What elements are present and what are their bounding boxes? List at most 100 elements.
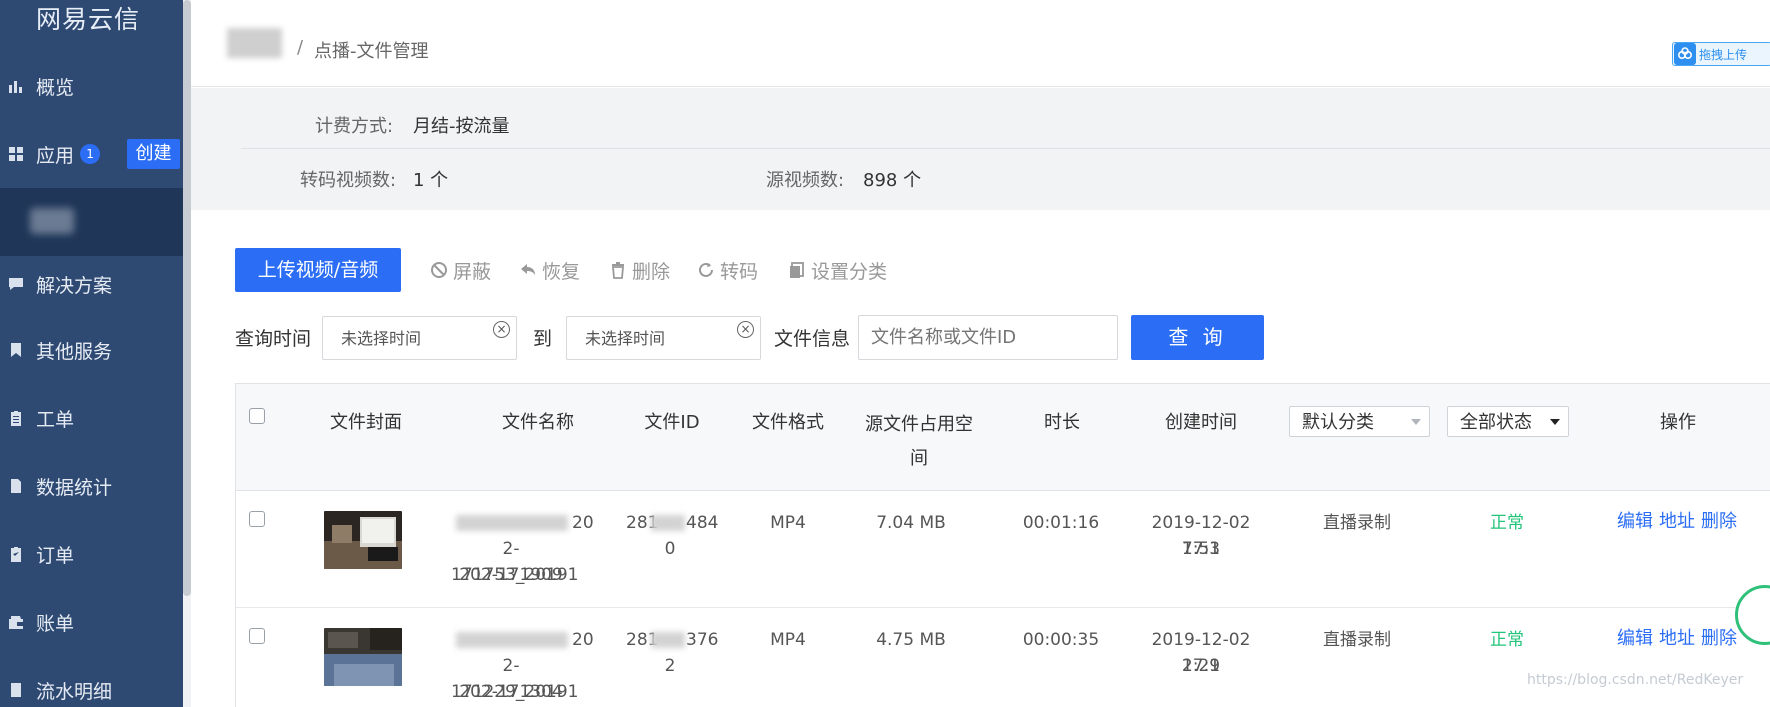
- file-name-line: 202-171304: [459, 682, 563, 702]
- header-id: 文件ID: [644, 412, 700, 433]
- drag-upload-button[interactable]: 拖拽上传: [1672, 42, 1770, 66]
- bar-chart-icon: [9, 81, 22, 93]
- file-size: 4.75 MB: [876, 630, 946, 650]
- file-name-line: 20: [572, 630, 594, 650]
- table-row: 20 2-171753_20191 202-171909 281 484 0 M…: [236, 491, 1770, 608]
- file-duration: 00:00:35: [1022, 630, 1100, 650]
- sidebar-item-label: 应用: [36, 144, 75, 167]
- file-category: 直播录制: [1323, 630, 1391, 650]
- transcode-count-value: 1 个: [413, 170, 449, 191]
- address-link[interactable]: 地址: [1659, 511, 1695, 532]
- edit-link[interactable]: 编辑: [1617, 628, 1653, 649]
- delete-button[interactable]: 删除: [609, 258, 670, 283]
- list-icon: [11, 683, 21, 697]
- sidebar-item-label: 账单: [36, 612, 75, 635]
- table-header: 文件封面 文件名称 文件ID 文件格式 源文件占用空间 时长 创建时间 默认分类…: [236, 384, 1770, 491]
- video-thumbnail[interactable]: [324, 511, 402, 569]
- file-id-redacted: [651, 632, 685, 648]
- transcode-count-label: 转码视频数:: [300, 170, 397, 191]
- delete-link[interactable]: 删除: [1701, 628, 1737, 649]
- sidebar-scrollbar-thumb[interactable]: [183, 0, 191, 596]
- file-id-line: 2: [664, 656, 676, 676]
- header-name: 文件名称: [502, 412, 574, 433]
- header-duration: 时长: [1044, 412, 1080, 433]
- cloud-upload-icon: [1674, 43, 1696, 65]
- sidebar-item-statistics[interactable]: 数据统计: [0, 468, 183, 504]
- category-filter-value: 默认分类: [1302, 412, 1374, 433]
- status-filter-select[interactable]: 全部状态: [1447, 406, 1569, 437]
- block-button[interactable]: 屏蔽: [430, 258, 492, 283]
- status-badge: 正常: [1490, 630, 1524, 650]
- wallet-icon: [9, 616, 23, 629]
- file-format: MP4: [770, 513, 806, 533]
- grid-icon: [9, 147, 23, 161]
- file-id-redacted: [651, 515, 685, 531]
- sidebar-item-tickets[interactable]: 工单: [0, 400, 183, 436]
- undo-icon: [521, 264, 535, 275]
- file-name-redacted: [456, 632, 568, 648]
- clear-start-date-icon[interactable]: ×: [493, 321, 510, 338]
- query-time-label: 查询时间: [235, 328, 312, 350]
- comment-icon: [9, 278, 23, 290]
- document-icon: [11, 479, 21, 493]
- sidebar-item-orders[interactable]: 订单: [0, 536, 183, 572]
- sidebar-item-overview[interactable]: 概览: [0, 68, 183, 104]
- file-size: 7.04 MB: [876, 513, 946, 533]
- order-icon: [11, 547, 21, 562]
- breadcrumb-app-redacted[interactable]: [227, 28, 282, 58]
- row-checkbox[interactable]: [249, 628, 265, 644]
- row-checkbox[interactable]: [249, 511, 265, 527]
- header-created: 创建时间: [1165, 412, 1237, 433]
- to-label: 到: [533, 328, 553, 350]
- file-category: 直播录制: [1323, 513, 1391, 533]
- set-category-button[interactable]: 设置分类: [788, 258, 887, 283]
- address-link[interactable]: 地址: [1659, 628, 1695, 649]
- end-date-input[interactable]: 未选择时间 ×: [566, 316, 761, 360]
- sidebar-item-solutions[interactable]: 解决方案: [0, 266, 183, 302]
- category-filter-select[interactable]: 默认分类: [1289, 406, 1430, 437]
- restore-button[interactable]: 恢复: [519, 258, 581, 283]
- file-id-suffix: 484: [686, 513, 719, 533]
- file-name-line: 20: [572, 513, 594, 533]
- header-format: 文件格式: [752, 412, 824, 433]
- source-count-label: 源视频数:: [766, 170, 845, 191]
- row-actions: 编辑 地址 删除: [1617, 509, 1770, 535]
- sidebar-item-transactions[interactable]: 流水明细: [0, 672, 183, 707]
- end-date-placeholder: 未选择时间: [585, 329, 666, 348]
- file-name-line: 202-171909: [459, 565, 563, 585]
- page-title: 点播-文件管理: [314, 41, 429, 62]
- info-divider: [241, 148, 1770, 149]
- trash-icon: [612, 262, 624, 279]
- video-thumbnail[interactable]: [324, 628, 402, 686]
- clear-end-date-icon[interactable]: ×: [737, 321, 754, 338]
- sidebar-selected-app[interactable]: [0, 188, 183, 256]
- breadcrumb: / 点播-文件管理 拖拽上传: [191, 0, 1770, 87]
- upload-video-audio-button[interactable]: 上传视频/音频: [235, 248, 401, 292]
- block-label: 屏蔽: [453, 260, 492, 283]
- file-id-line: 0: [664, 539, 676, 559]
- file-name-redacted: [456, 515, 568, 531]
- sidebar-item-label: 工单: [36, 408, 75, 431]
- transcode-button[interactable]: 转码: [697, 258, 759, 283]
- sidebar: 网易云信 概览 应用 1 创建 解决方案 其他服务 工单 数据统计 订单 账单 …: [0, 0, 183, 707]
- billing-value: 月结-按流量: [413, 116, 510, 137]
- sidebar-item-bills[interactable]: 账单: [0, 604, 183, 640]
- refresh-icon: [699, 262, 713, 277]
- created-time-line: 2:29: [1181, 656, 1221, 676]
- restore-label: 恢复: [542, 260, 581, 283]
- start-date-input[interactable]: 未选择时间 ×: [322, 316, 517, 360]
- create-app-button[interactable]: 创建: [127, 139, 180, 169]
- query-button[interactable]: 查 询: [1131, 315, 1264, 360]
- sidebar-item-other-services[interactable]: 其他服务: [0, 332, 183, 368]
- sidebar-item-label: 流水明细: [36, 680, 113, 703]
- edit-link[interactable]: 编辑: [1617, 511, 1653, 532]
- transcode-label: 转码: [720, 260, 759, 283]
- header-cover: 文件封面: [330, 412, 402, 433]
- start-date-placeholder: 未选择时间: [341, 329, 422, 348]
- chevron-down-icon: [1411, 419, 1421, 425]
- table-row: 20 2-171229_20191 202-171304 281 376 2 M…: [236, 608, 1770, 707]
- sidebar-item-label: 概览: [36, 76, 75, 99]
- select-all-checkbox[interactable]: [249, 408, 265, 424]
- file-search-input[interactable]: [858, 315, 1118, 360]
- delete-link[interactable]: 删除: [1701, 511, 1737, 532]
